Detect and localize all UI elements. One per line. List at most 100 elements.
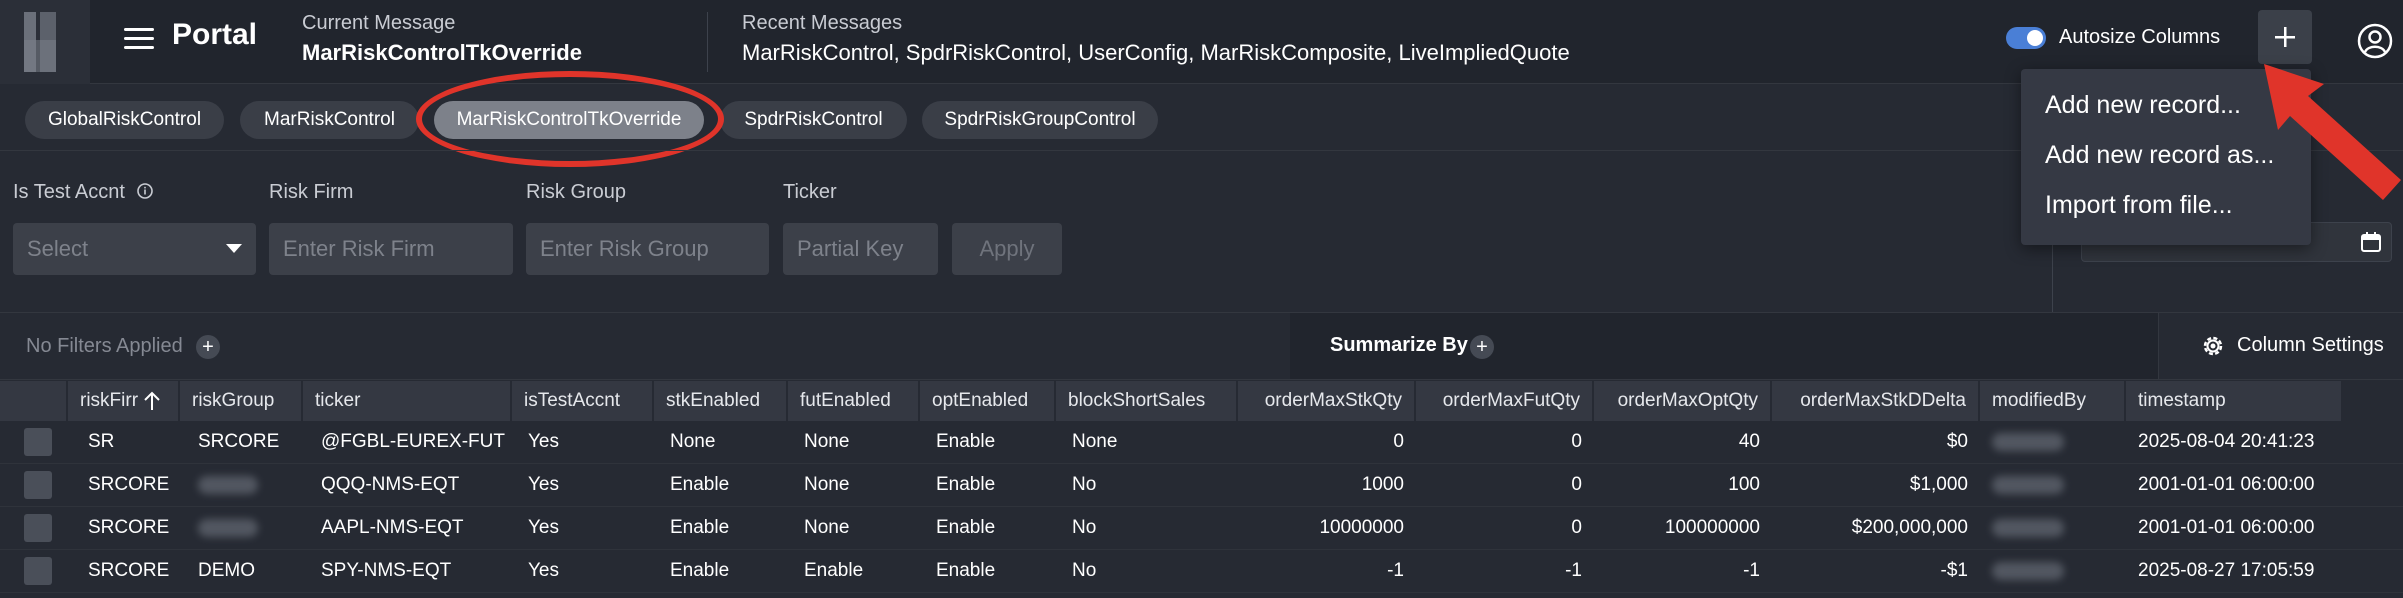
table-row[interactable]: SRCORE QQQ-NMS-EQT Yes Enable None Enabl…	[0, 464, 2403, 507]
column-header-modifiedby[interactable]: modifiedBy	[1980, 381, 2126, 421]
risk-group-input[interactable]: Enter Risk Group	[526, 223, 769, 275]
column-header-ticker[interactable]: ticker	[303, 381, 512, 421]
cell-optenabled: Enable	[936, 517, 996, 538]
column-header-riskfirm[interactable]: riskFirr	[68, 381, 180, 421]
header-select-cell	[0, 381, 68, 421]
cell-ordermaxfutqty: 0	[1571, 431, 1582, 452]
row-select-cell	[12, 550, 68, 592]
tab-spdr-risk-group-control[interactable]: SpdrRiskGroupControl	[922, 101, 1158, 139]
redacted-value	[198, 519, 258, 537]
cell-ordermaxstkqty: 10000000	[1319, 517, 1404, 538]
cell-modifiedby	[1980, 550, 2126, 592]
column-header-blockshortsales[interactable]: blockShortSales	[1056, 381, 1238, 421]
column-header-ordermaxstkqty[interactable]: orderMaxStkQty	[1238, 381, 1416, 421]
redacted-value	[1992, 562, 2064, 580]
cell-ordermaxstkddelta: $200,000,000	[1851, 517, 1968, 538]
menu-item-add-new-record[interactable]: Add new record...	[2045, 91, 2241, 120]
column-settings-button[interactable]: Column Settings	[2158, 313, 2403, 379]
cell-istestaccnt: Yes	[528, 517, 559, 538]
column-header-ordermaxfutqty[interactable]: orderMaxFutQty	[1416, 381, 1594, 421]
calendar-icon	[2361, 232, 2381, 252]
cell-blockshortsales: No	[1072, 560, 1097, 581]
row-checkbox[interactable]	[24, 557, 52, 585]
column-header-istestaccnt[interactable]: isTestAccnt	[512, 381, 654, 421]
table-header-row: riskFirr riskGroup ticker isTestAccnt st…	[0, 381, 2403, 421]
app-name: Portal	[172, 18, 258, 51]
cell-timestamp: 2001-01-01 06:00:00	[2138, 517, 2315, 538]
current-message-label: Current Message	[302, 12, 456, 34]
row-checkbox[interactable]	[24, 514, 52, 542]
cell-timestamp: 2001-01-01 06:00:00	[2138, 474, 2315, 495]
risk-firm-input[interactable]: Enter Risk Firm	[269, 223, 513, 275]
column-header-stkenabled[interactable]: stkEnabled	[654, 381, 788, 421]
recent-messages-list[interactable]: MarRiskControl, SpdrRiskControl, UserCon…	[742, 40, 1570, 66]
summarize-by-section: Summarize By +	[1290, 313, 2158, 379]
apply-button[interactable]: Apply	[952, 223, 1062, 275]
cell-riskgroup	[186, 464, 303, 506]
summarize-by-label: Summarize By	[1330, 334, 1468, 356]
tab-mar-risk-control-tk-override[interactable]: MarRiskControlTkOverride	[434, 101, 704, 139]
cell-istestaccnt: Yes	[528, 431, 559, 452]
info-icon[interactable]	[136, 182, 154, 200]
logo-icon	[24, 12, 56, 72]
menu-hamburger-icon[interactable]	[122, 24, 156, 54]
risk-firm-label: Risk Firm	[269, 181, 354, 203]
cell-modifiedby	[1980, 507, 2126, 549]
column-header-optenabled[interactable]: optEnabled	[920, 381, 1056, 421]
redacted-value	[198, 476, 258, 494]
is-test-accnt-label-text: Is Test Accnt	[13, 181, 125, 203]
cell-blockshortsales: No	[1072, 474, 1097, 495]
cell-futenabled: Enable	[804, 560, 864, 581]
autosize-columns-label: Autosize Columns	[2059, 26, 2221, 48]
cell-ordermaxstkddelta: -$1	[1940, 560, 1968, 581]
column-header-ordermaxoptqty[interactable]: orderMaxOptQty	[1594, 381, 1772, 421]
tab-spdr-risk-control[interactable]: SpdrRiskControl	[720, 101, 907, 139]
add-button[interactable]	[2258, 10, 2312, 64]
cell-ordermaxoptqty: 100	[1728, 474, 1760, 495]
filter-summary-bar: No Filters Applied + Summarize By + Colu…	[0, 312, 2403, 380]
cell-ordermaxstkqty: -1	[1387, 560, 1404, 581]
app-logo[interactable]	[0, 0, 90, 84]
cell-optenabled: Enable	[936, 431, 996, 452]
cell-blockshortsales: No	[1072, 517, 1097, 538]
row-checkbox[interactable]	[24, 428, 52, 456]
ticker-label: Ticker	[783, 181, 837, 203]
cell-ticker: SPY-NMS-EQT	[321, 560, 452, 581]
autosize-columns-toggle[interactable]	[2006, 27, 2046, 49]
column-header-futenabled[interactable]: futEnabled	[788, 381, 920, 421]
column-header-timestamp[interactable]: timestamp	[2126, 381, 2343, 421]
is-test-accnt-label: Is Test Accnt	[13, 181, 154, 204]
add-summarize-plus-icon[interactable]: +	[1470, 335, 1494, 359]
chevron-down-icon	[226, 244, 242, 253]
menu-item-import-from-file[interactable]: Import from file...	[2045, 191, 2233, 220]
cell-ordermaxfutqty: 0	[1571, 517, 1582, 538]
table-row[interactable]: SR SRCORE @FGBL-EUREX-FUT Yes None None …	[0, 421, 2403, 464]
column-header-ordermaxstkddelta[interactable]: orderMaxStkDDelta	[1772, 381, 1980, 421]
sort-ascending-icon	[144, 391, 160, 410]
account-button[interactable]	[2354, 20, 2396, 62]
ticker-input[interactable]: Partial Key	[783, 223, 938, 275]
cell-riskfirm: SRCORE	[88, 517, 170, 538]
cell-futenabled: None	[804, 474, 850, 495]
table-row[interactable]: SRCORE DEMO SPY-NMS-EQT Yes Enable Enabl…	[0, 550, 2403, 593]
cell-modifiedby	[1980, 421, 2126, 463]
cell-riskfirm: SRCORE	[88, 560, 170, 581]
cell-stkenabled: None	[670, 431, 716, 452]
row-checkbox[interactable]	[24, 471, 52, 499]
is-test-accnt-select[interactable]: Select	[13, 223, 256, 275]
tab-global-risk-control[interactable]: GlobalRiskControl	[25, 101, 224, 139]
add-filter-plus-icon[interactable]: +	[196, 335, 220, 359]
tab-mar-risk-control[interactable]: MarRiskControl	[240, 101, 419, 139]
recent-messages-label: Recent Messages	[742, 12, 903, 34]
cell-istestaccnt: Yes	[528, 474, 559, 495]
records-table: riskFirr riskGroup ticker isTestAccnt st…	[0, 381, 2403, 598]
table-row[interactable]: SRCORE AAPL-NMS-EQT Yes Enable None Enab…	[0, 507, 2403, 550]
column-header-riskgroup[interactable]: riskGroup	[180, 381, 303, 421]
cell-optenabled: Enable	[936, 474, 996, 495]
cell-ordermaxstkddelta: $1,000	[1909, 474, 1968, 495]
redacted-value	[1992, 476, 2064, 494]
cell-ordermaxstkqty: 0	[1393, 431, 1404, 452]
cell-riskgroup: DEMO	[198, 560, 255, 581]
menu-item-add-new-record-as[interactable]: Add new record as...	[2045, 141, 2274, 170]
row-select-cell	[12, 421, 68, 463]
